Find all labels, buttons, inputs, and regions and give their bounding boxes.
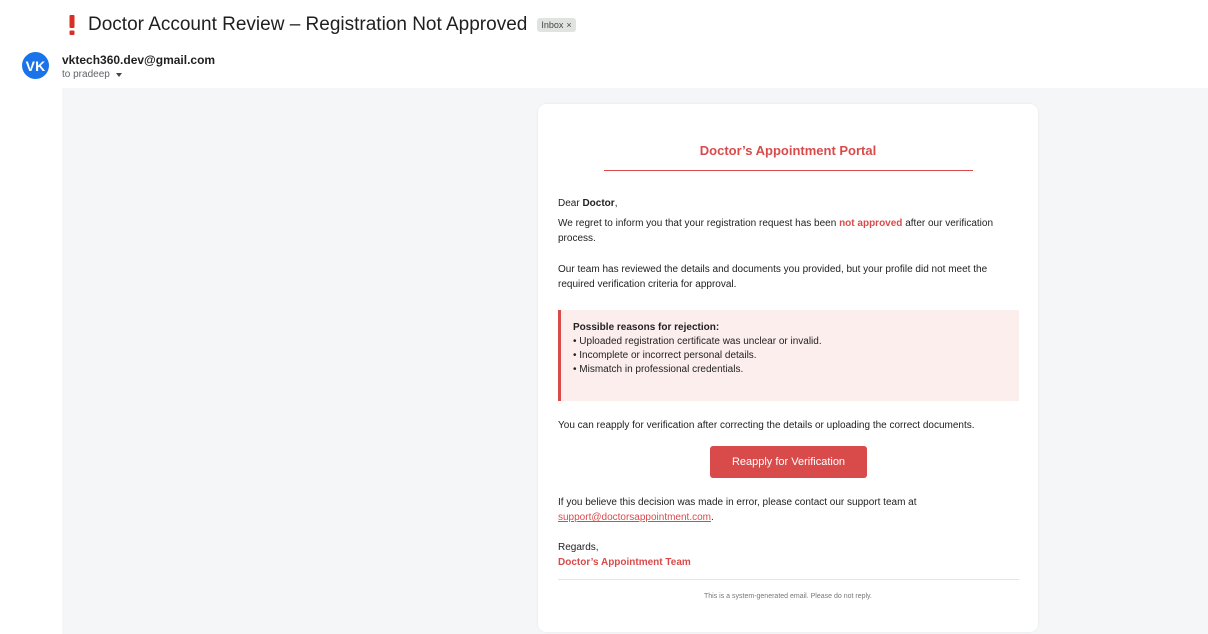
portal-title: Doctor’s Appointment Portal: [699, 143, 877, 158]
regards-text: Regards,: [558, 542, 599, 553]
inbox-label-text: Inbox: [541, 20, 564, 30]
sender-address[interactable]: vktech360.dev@gmail.com: [62, 53, 215, 67]
important-exclamation-icon[interactable]: [66, 14, 78, 36]
greeting-name: Doctor: [582, 198, 615, 209]
support-suffix: .: [711, 512, 714, 523]
reason-item: • Uploaded registration certificate was …: [573, 336, 822, 347]
reapply-button[interactable]: Reapply for Verification: [710, 446, 867, 478]
support-text: If you believe this decision was made in…: [558, 497, 917, 508]
email-card: Doctor’s Appointment Portal Dear Doctor,…: [538, 104, 1038, 632]
email-body-area: Doctor’s Appointment Portal Dear Doctor,…: [62, 88, 1208, 634]
footer-divider: [558, 579, 1019, 580]
recipient-details-toggle[interactable]: to pradeep: [62, 69, 122, 80]
sender-avatar[interactable]: VK: [22, 52, 49, 79]
chevron-down-icon[interactable]: [115, 72, 122, 77]
reapply-paragraph: You can reapply for verification after c…: [558, 420, 975, 431]
not-approved-emphasis: not approved: [839, 218, 903, 229]
inbox-label-chip[interactable]: Inbox ×: [537, 18, 576, 32]
rejection-text-before: We regret to inform you that your regist…: [558, 218, 840, 229]
email-subject-row: Doctor Account Review – Registration Not…: [66, 12, 576, 38]
support-email-link[interactable]: support@doctorsappointment.com: [558, 512, 711, 523]
team-name: Doctor’s Appointment Team: [558, 557, 691, 568]
rejection-reasons-box: Possible reasons for rejection: • Upload…: [558, 310, 1019, 401]
regards-block: Regards, Doctor’s Appointment Team: [558, 540, 1020, 570]
reasons-heading: Possible reasons for rejection:: [573, 322, 720, 333]
support-paragraph: If you believe this decision was made in…: [558, 495, 1020, 525]
remove-label-icon[interactable]: ×: [566, 18, 571, 32]
rejection-paragraph: We regret to inform you that your regist…: [558, 216, 1020, 246]
email-subject: Doctor Account Review – Registration Not…: [88, 14, 528, 35]
title-divider: [604, 170, 973, 171]
reason-item: • Incomplete or incorrect personal detai…: [573, 350, 757, 361]
footer-note: This is a system-generated email. Please…: [704, 593, 872, 600]
greeting-prefix: Dear: [558, 198, 583, 209]
reason-item: • Mismatch in professional credentials.: [573, 364, 744, 375]
greeting: Dear Doctor,: [558, 196, 1020, 211]
review-paragraph: Our team has reviewed the details and do…: [558, 264, 988, 290]
recipient-line: to pradeep: [62, 69, 110, 80]
greeting-suffix: ,: [614, 198, 618, 209]
